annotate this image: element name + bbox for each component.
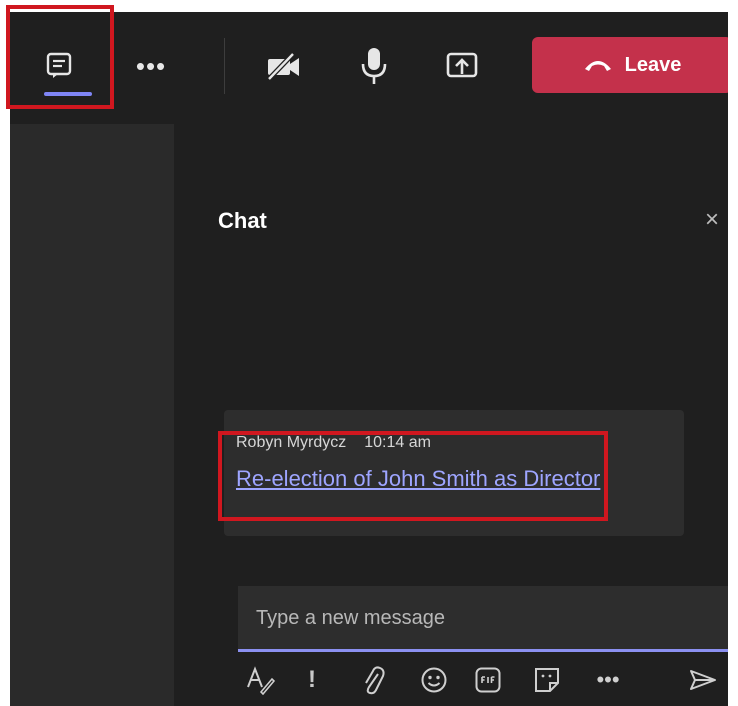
important-button[interactable]: !: [302, 664, 322, 696]
gif-button[interactable]: [472, 664, 504, 696]
compose-box: [238, 586, 728, 652]
chat-message: Robyn Myrdycz 10:14 am Re-election of Joh…: [224, 410, 684, 536]
paperclip-icon: [365, 666, 385, 695]
camera-toggle-button[interactable]: [262, 44, 306, 88]
gif-icon: [475, 667, 501, 693]
share-screen-button[interactable]: [440, 44, 484, 88]
message-sender: Robyn Myrdycz: [236, 434, 347, 451]
attach-button[interactable]: [358, 664, 388, 696]
leave-button[interactable]: Leave: [532, 37, 728, 93]
sticker-button[interactable]: [530, 664, 564, 696]
emoji-button[interactable]: [418, 664, 450, 696]
message-link[interactable]: Re-election of John Smith as Director: [236, 464, 616, 494]
share-screen-icon: [446, 52, 478, 78]
message-time: 10:14 am: [364, 434, 431, 451]
chat-title: Chat: [218, 208, 267, 233]
chat-icon: [46, 52, 72, 78]
toolbar-divider: [224, 38, 225, 94]
send-button[interactable]: [686, 664, 720, 696]
message-input[interactable]: [254, 600, 698, 636]
more-actions-button[interactable]: •••: [128, 46, 174, 86]
microphone-toggle-button[interactable]: [354, 42, 394, 90]
chat-active-indicator: [44, 92, 92, 96]
meeting-toolbar: ••• Leave: [10, 12, 728, 124]
format-button[interactable]: [244, 664, 276, 696]
message-header: Robyn Myrdycz 10:14 am: [236, 434, 431, 452]
chat-toggle-button[interactable]: [30, 36, 90, 96]
phone-hangup-icon: [584, 61, 611, 71]
send-icon: [690, 670, 716, 690]
more-options-button[interactable]: •••: [588, 664, 628, 696]
sticker-icon: [535, 668, 559, 692]
emoji-icon: [421, 667, 447, 693]
meeting-stage-panel: [10, 124, 174, 706]
microphone-icon: [361, 48, 387, 84]
meeting-window: ••• Leave Chat × Robyn Myrdycz 10:14 am …: [10, 12, 728, 706]
compose-toolbar: ! •••: [238, 658, 728, 704]
close-icon[interactable]: ×: [700, 208, 724, 232]
leave-label: Leave: [624, 53, 682, 76]
chat-panel: Chat × Robyn Myrdycz 10:14 am Re-election…: [188, 124, 728, 706]
camera-off-icon: [267, 52, 299, 81]
format-text-icon: [247, 666, 275, 695]
